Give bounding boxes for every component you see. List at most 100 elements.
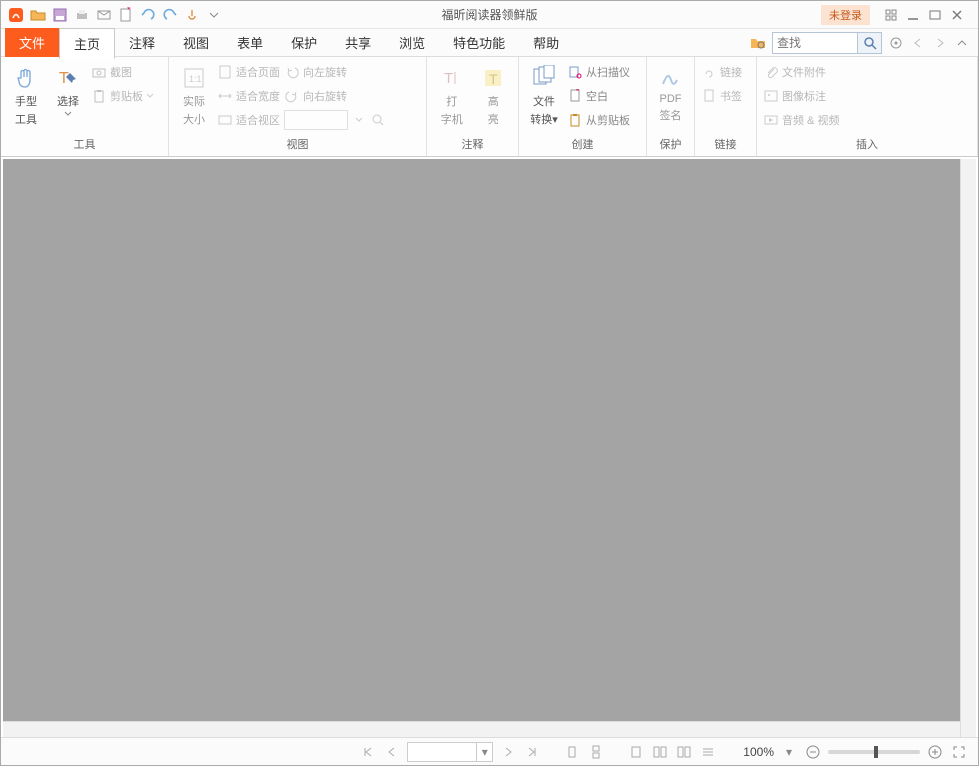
prev-page-icon[interactable] — [383, 743, 401, 761]
link-icon — [701, 64, 717, 80]
horizontal-scrollbar[interactable] — [3, 721, 960, 737]
scanner-icon — [567, 64, 583, 80]
ribbon-toggle-icon[interactable] — [954, 35, 970, 51]
zoom-percent[interactable] — [284, 109, 386, 131]
save-icon[interactable] — [51, 6, 69, 24]
tab-features[interactable]: 特色功能 — [439, 28, 519, 57]
redo-icon[interactable] — [161, 6, 179, 24]
media-button[interactable]: 音频 & 视频 — [763, 109, 839, 131]
zoom-dropdown-icon[interactable]: ▾ — [780, 743, 798, 761]
qat-dropdown-icon[interactable] — [205, 6, 223, 24]
page-number-box[interactable]: ▾ — [407, 742, 493, 762]
search-button[interactable] — [857, 33, 881, 53]
zoom-out-icon[interactable] — [804, 743, 822, 761]
layout-4-icon[interactable] — [699, 743, 717, 761]
email-icon[interactable] — [95, 6, 113, 24]
from-scanner-button[interactable]: 从扫描仪 — [567, 61, 630, 83]
search-input[interactable] — [773, 36, 857, 50]
group-tools-label: 工具 — [7, 134, 162, 154]
select-text-icon: T — [55, 65, 81, 91]
maximize-icon[interactable] — [928, 8, 942, 22]
bookmark-icon — [701, 88, 717, 104]
tab-protect[interactable]: 保护 — [277, 28, 331, 57]
zoom-dropdown-icon[interactable] — [351, 112, 367, 128]
fullscreen-icon[interactable] — [950, 743, 968, 761]
fit-view-button[interactable]: 适合视区 — [217, 109, 280, 131]
select-tool-button[interactable]: T 选择 — [49, 61, 87, 121]
rotate-left-button[interactable]: 向左旋转 — [284, 61, 386, 83]
media-icon — [763, 112, 779, 128]
actual-size-icon: 1:1 — [181, 65, 207, 91]
from-clipboard-button[interactable]: 从剪贴板 — [567, 109, 630, 131]
print-icon[interactable] — [73, 6, 91, 24]
bookmark-button[interactable]: 书签 — [701, 85, 742, 107]
attachment-button[interactable]: 文件附件 — [763, 61, 839, 83]
group-protect: PDF 签名 保护 — [647, 57, 695, 156]
touch-mode-icon[interactable] — [183, 6, 201, 24]
fit-page-button[interactable]: 适合页面 — [217, 61, 280, 83]
typewriter-button[interactable]: T 打 字机 — [433, 61, 471, 131]
highlight-button[interactable]: T 高 亮 — [475, 61, 513, 131]
nav-prev-icon[interactable] — [910, 35, 926, 51]
actual-size-button[interactable]: 1:1 实际 大小 — [175, 61, 213, 131]
convert-icon — [531, 65, 557, 91]
page-dropdown-icon[interactable]: ▾ — [476, 743, 492, 761]
hand-label-1: 手型 — [15, 93, 37, 109]
settings-icon[interactable] — [888, 35, 904, 51]
new-doc-icon[interactable]: * — [117, 6, 135, 24]
group-insert: 文件附件 图像标注 音频 & 视频 插入 — [757, 57, 978, 156]
rotate-right-button[interactable]: 向右旋转 — [284, 85, 386, 107]
login-button[interactable]: 未登录 — [821, 5, 870, 25]
link-button[interactable]: 链接 — [701, 61, 742, 83]
open-icon[interactable] — [29, 6, 47, 24]
tab-help[interactable]: 帮助 — [519, 28, 573, 57]
nav-next-icon[interactable] — [932, 35, 948, 51]
single-page-icon[interactable] — [563, 743, 581, 761]
zoom-input[interactable] — [284, 110, 348, 130]
page-input[interactable] — [408, 743, 476, 761]
screenshot-button[interactable]: 截图 — [91, 61, 154, 83]
layout-3-icon[interactable] — [675, 743, 693, 761]
blank-page-button[interactable]: *空白 — [567, 85, 630, 107]
tab-form[interactable]: 表单 — [223, 28, 277, 57]
hand-tool-button[interactable]: 手型 工具 — [7, 61, 45, 131]
attachment-icon — [763, 64, 779, 80]
continuous-icon[interactable] — [587, 743, 605, 761]
tab-annotate[interactable]: 注释 — [115, 28, 169, 57]
zoom-in-icon[interactable] — [926, 743, 944, 761]
pdf-sign-button[interactable]: PDF 签名 — [653, 61, 688, 127]
zoom-slider-thumb[interactable] — [874, 746, 878, 758]
fit-width-icon — [217, 88, 233, 104]
tab-share[interactable]: 共享 — [331, 28, 385, 57]
svg-text:*: * — [127, 7, 131, 15]
undo-icon[interactable] — [139, 6, 157, 24]
ribbon-collapse-icon[interactable] — [884, 8, 898, 22]
group-view-label: 视图 — [175, 134, 420, 154]
clipboard-button[interactable]: 剪贴板 — [91, 85, 154, 107]
layout-2-icon[interactable] — [651, 743, 669, 761]
layout-1-icon[interactable] — [627, 743, 645, 761]
zoom-in-icon[interactable] — [370, 112, 386, 128]
rotate-left-icon — [284, 64, 300, 80]
tab-home[interactable]: 主页 — [59, 28, 115, 59]
convert-button[interactable]: 文件 转换▾ — [525, 61, 563, 131]
highlight-icon: T — [480, 65, 506, 91]
group-tools: 手型 工具 T 选择 截图 剪贴板 工具 — [1, 57, 169, 156]
image-annot-button[interactable]: 图像标注 — [763, 85, 839, 107]
first-page-icon[interactable] — [359, 743, 377, 761]
zoom-slider[interactable] — [828, 750, 920, 754]
fit-width-button[interactable]: 适合宽度 — [217, 85, 280, 107]
last-page-icon[interactable] — [523, 743, 541, 761]
rotate-right-icon — [284, 88, 300, 104]
minimize-icon[interactable] — [906, 8, 920, 22]
tab-file[interactable]: 文件 — [5, 28, 59, 57]
search-box[interactable] — [772, 32, 882, 54]
tab-view[interactable]: 视图 — [169, 28, 223, 57]
tab-browse[interactable]: 浏览 — [385, 28, 439, 57]
actual-label-1: 实际 — [183, 93, 205, 109]
vertical-scrollbar[interactable] — [960, 159, 976, 737]
folder-search-icon[interactable] — [750, 35, 766, 51]
next-page-icon[interactable] — [499, 743, 517, 761]
select-label: 选择 — [57, 93, 79, 109]
close-icon[interactable] — [950, 8, 964, 22]
